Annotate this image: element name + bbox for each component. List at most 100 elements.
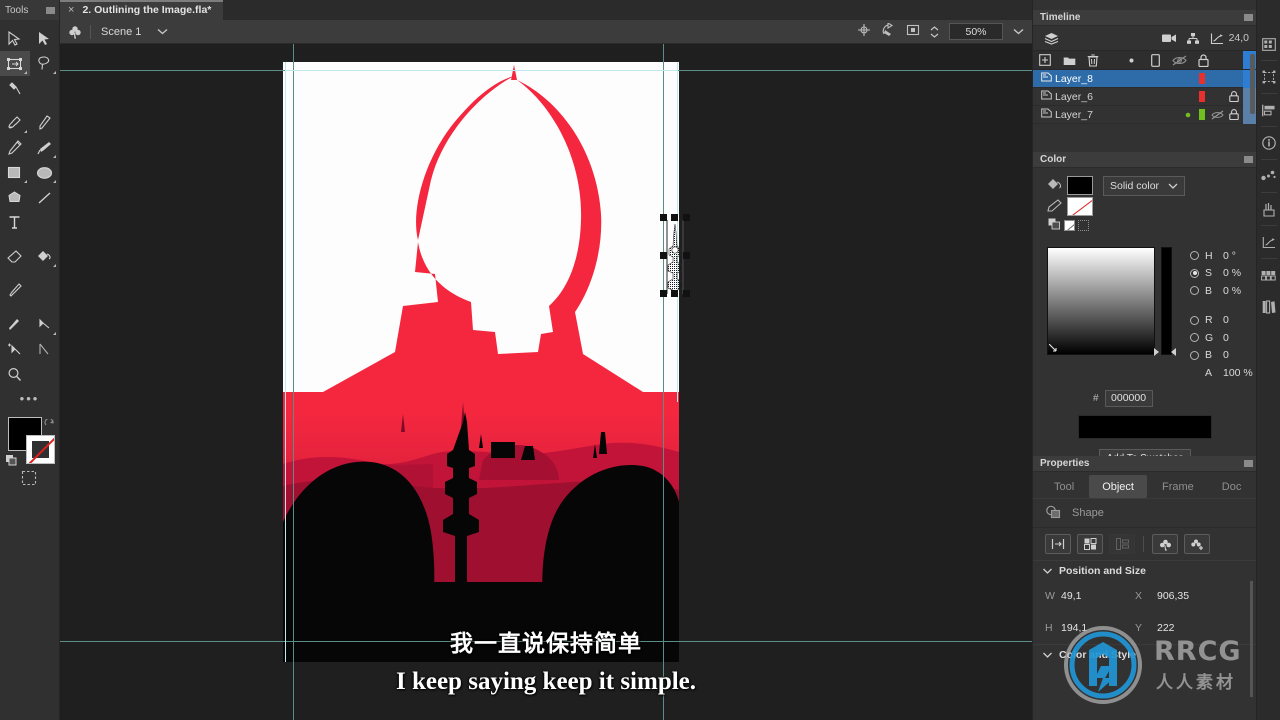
swap-colors-icon[interactable] [5, 454, 18, 470]
color-panel-menu-icon[interactable] [1244, 156, 1253, 163]
tab-object[interactable]: Object [1089, 475, 1147, 498]
actions-panel-icon[interactable] [1257, 193, 1280, 225]
vertical-guide-right[interactable] [663, 44, 664, 720]
layer-row-0[interactable]: Layer_8 [1033, 69, 1257, 88]
align-panel-icon[interactable] [1257, 94, 1280, 126]
value-text[interactable]: 100 % [1223, 367, 1253, 379]
stage-area[interactable]: 我一直说保持简单 I keep saying keep it simple. [60, 44, 1032, 720]
value-text[interactable]: 0 ° [1223, 250, 1236, 262]
properties-panel-icon[interactable] [1257, 28, 1280, 60]
radio-r[interactable] [1190, 315, 1199, 325]
add-motion-tween-icon[interactable] [1184, 534, 1210, 554]
frame-rate-label[interactable]: 24,0 [1229, 32, 1251, 44]
value-row-r[interactable]: R 0 [1190, 312, 1253, 330]
selected-tower-shape[interactable] [660, 214, 690, 299]
layer-type-icon[interactable] [1143, 53, 1167, 67]
radio-blue[interactable] [1190, 350, 1199, 360]
zoom-level-input[interactable]: 50% [949, 23, 1003, 40]
radio-g[interactable] [1190, 333, 1199, 343]
scene-name-label[interactable]: Scene 1 [101, 26, 141, 38]
section-color-and-style[interactable]: Color and Style [1033, 644, 1257, 664]
outline-dot-icon[interactable] [1119, 57, 1143, 64]
height-input[interactable]: 194,1 [1061, 622, 1135, 634]
hue-slider[interactable] [1161, 247, 1176, 356]
timeline-panel-menu-icon[interactable] [1244, 14, 1253, 21]
brush-tool[interactable] [30, 110, 60, 135]
tab-frame[interactable]: Frame [1149, 475, 1207, 498]
value-text[interactable]: 0 [1223, 332, 1229, 344]
subselection-tool[interactable] [30, 26, 60, 51]
add-anchor-tool[interactable] [0, 337, 30, 362]
value-text[interactable]: 0 [1223, 314, 1229, 326]
lock-layers-icon[interactable] [1191, 53, 1215, 67]
tab-doc[interactable]: Doc [1209, 475, 1255, 498]
selection-handle[interactable] [660, 214, 667, 221]
radio-h[interactable] [1190, 251, 1199, 261]
text-tool[interactable] [0, 210, 30, 235]
timeline-scrollbar[interactable] [1250, 54, 1255, 114]
value-row-a[interactable]: A 100 % [1190, 364, 1253, 382]
ink-bottle-tool[interactable] [0, 312, 30, 337]
convert-to-symbol-icon[interactable] [1152, 534, 1178, 554]
selection-handle[interactable] [683, 214, 690, 221]
center-stage-icon[interactable] [857, 23, 871, 40]
layer-lock-toggle[interactable] [1225, 109, 1243, 120]
reset-colors-icon[interactable] [44, 417, 55, 433]
y-input[interactable]: 222 [1157, 622, 1231, 634]
new-folder-icon[interactable] [1057, 55, 1081, 66]
layer-parenting-icon[interactable] [1181, 32, 1205, 45]
asset-warp-tool[interactable] [0, 76, 30, 101]
hex-color-input[interactable]: 000000 [1104, 389, 1153, 407]
rotate-stage-icon[interactable] [881, 22, 896, 40]
value-text[interactable]: 0 % [1223, 267, 1241, 279]
layer-row-1[interactable]: Layer_6 [1033, 87, 1257, 106]
value-text[interactable]: 0 % [1223, 285, 1241, 297]
chevron-down-icon[interactable] [157, 26, 168, 38]
info-panel-icon[interactable] [1257, 127, 1280, 159]
distribute-icon[interactable] [1077, 534, 1103, 554]
value-row-g[interactable]: G 0 [1190, 329, 1253, 347]
bucket-icon[interactable] [1047, 178, 1063, 194]
layer-row-2[interactable]: Layer_7 [1033, 105, 1257, 124]
oval-tool[interactable] [30, 160, 60, 185]
value-row-s[interactable]: S 0 % [1190, 265, 1253, 283]
polygon-tool[interactable] [0, 185, 30, 210]
rectangle-tool[interactable] [0, 160, 30, 185]
stroke-color-swatch[interactable] [1067, 197, 1093, 216]
value-row-b[interactable]: B 0 % [1190, 282, 1253, 300]
stroke-color-swatch[interactable] [26, 435, 55, 464]
clubs-symbol-icon[interactable] [60, 25, 90, 39]
components-panel-icon[interactable] [1257, 160, 1280, 192]
selection-handle[interactable] [671, 290, 678, 297]
tab-tool[interactable]: Tool [1041, 475, 1087, 498]
default-colors-icon[interactable] [1078, 220, 1089, 231]
lasso-tool[interactable] [30, 51, 60, 76]
layer-name-label[interactable]: Layer_6 [1055, 91, 1181, 103]
camera-icon[interactable] [1157, 32, 1181, 44]
line-tool[interactable] [30, 185, 60, 210]
properties-panel-menu-icon[interactable] [1244, 460, 1253, 467]
layer-depth-icon[interactable] [1039, 32, 1063, 45]
graph-panel-icon[interactable] [1257, 226, 1280, 258]
paint-brush-tool[interactable] [0, 110, 30, 135]
close-icon[interactable]: × [68, 4, 74, 16]
horizontal-guide-bottom[interactable] [60, 641, 1032, 642]
radio-s[interactable] [1190, 268, 1199, 278]
selection-handle[interactable] [683, 252, 690, 259]
bone-tool[interactable] [30, 312, 60, 337]
layer-visibility-toggle[interactable] [1209, 110, 1225, 120]
pencil-icon[interactable] [1047, 198, 1063, 215]
free-transform-tool[interactable] [0, 51, 30, 76]
value-row-blue[interactable]: B 0 [1190, 347, 1253, 365]
selection-tool[interactable] [0, 26, 30, 51]
swap-colors-icon[interactable] [1048, 218, 1061, 233]
hide-layers-icon[interactable] [1167, 55, 1191, 66]
align-icon[interactable] [1045, 534, 1071, 554]
stage-crop-tool-icon[interactable] [20, 469, 38, 487]
no-color-icon[interactable] [1064, 220, 1075, 231]
value-text[interactable]: 0 [1223, 349, 1229, 361]
value-row-h[interactable]: H 0 ° [1190, 247, 1253, 265]
clip-content-icon[interactable] [906, 23, 920, 40]
x-input[interactable]: 906,35 [1157, 590, 1231, 602]
library-panel-icon[interactable] [1257, 291, 1280, 323]
